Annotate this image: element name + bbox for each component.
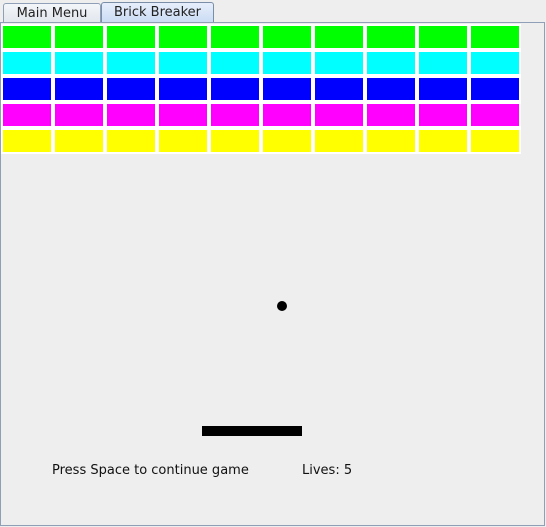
brick — [261, 50, 313, 76]
brick — [469, 102, 521, 128]
brick — [261, 76, 313, 102]
paddle[interactable] — [202, 426, 302, 436]
brick — [469, 50, 521, 76]
brick — [157, 128, 209, 154]
brick — [105, 50, 157, 76]
brick — [209, 102, 261, 128]
brick — [313, 76, 365, 102]
brick — [157, 50, 209, 76]
brick — [105, 128, 157, 154]
brick — [417, 128, 469, 154]
brick — [53, 128, 105, 154]
brick — [53, 102, 105, 128]
brick — [157, 102, 209, 128]
brick — [261, 102, 313, 128]
brick — [1, 50, 53, 76]
brick — [209, 50, 261, 76]
brick — [157, 24, 209, 50]
brick — [417, 24, 469, 50]
ball — [277, 301, 287, 311]
brick — [105, 102, 157, 128]
brick — [209, 24, 261, 50]
brick — [209, 128, 261, 154]
brick — [261, 128, 313, 154]
brick — [261, 24, 313, 50]
status-message: Press Space to continue game — [52, 463, 249, 478]
brick — [469, 128, 521, 154]
brick — [53, 24, 105, 50]
brick — [417, 76, 469, 102]
brick — [469, 24, 521, 50]
brick — [105, 76, 157, 102]
brick — [365, 50, 417, 76]
brick — [1, 102, 53, 128]
brick — [417, 102, 469, 128]
brick — [469, 76, 521, 102]
brick-grid — [0, 0, 546, 170]
brick — [1, 128, 53, 154]
brick — [417, 50, 469, 76]
brick — [365, 128, 417, 154]
brick — [365, 76, 417, 102]
brick — [53, 76, 105, 102]
brick — [209, 76, 261, 102]
brick — [105, 24, 157, 50]
brick — [365, 24, 417, 50]
brick — [313, 128, 365, 154]
brick — [313, 102, 365, 128]
brick — [365, 102, 417, 128]
brick — [1, 24, 53, 50]
lives-counter: Lives: 5 — [302, 463, 353, 478]
brick — [157, 76, 209, 102]
brick — [313, 24, 365, 50]
brick — [53, 50, 105, 76]
brick — [1, 76, 53, 102]
brick — [313, 50, 365, 76]
